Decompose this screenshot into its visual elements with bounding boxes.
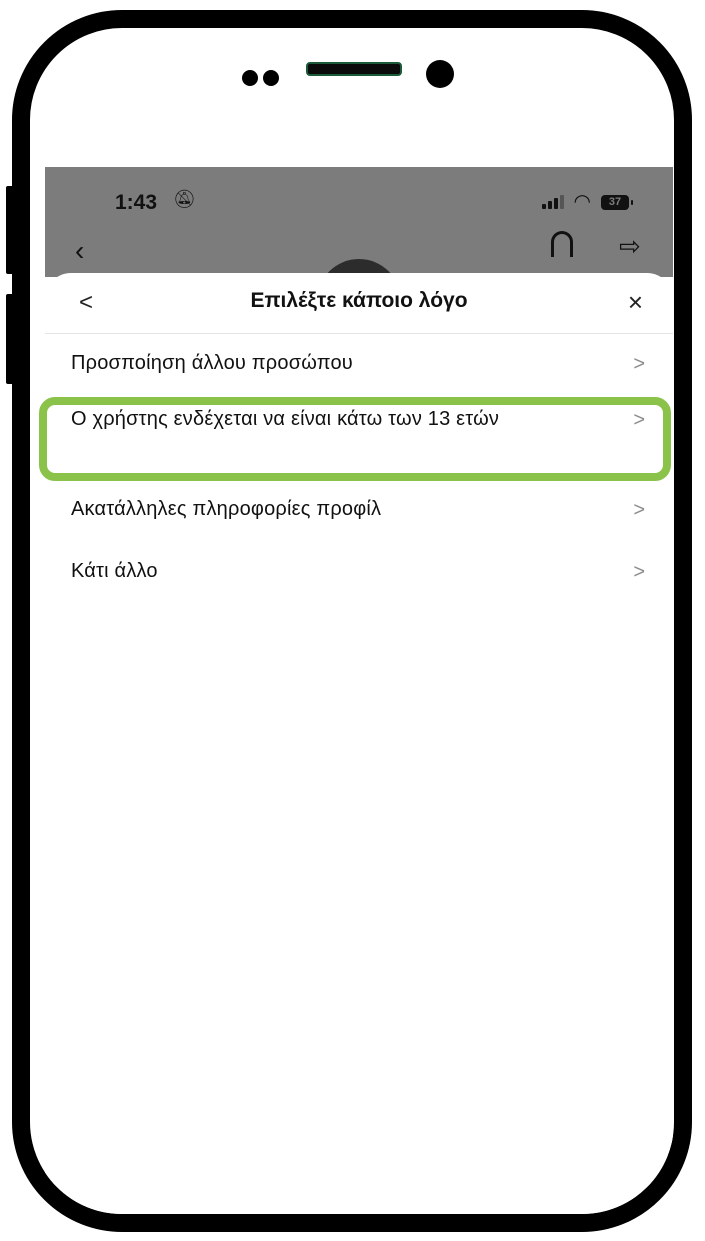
reason-item-something-else[interactable]: Κάτι άλλο > <box>45 560 673 584</box>
chevron-right-icon: > <box>633 353 645 375</box>
sheet-header: < Επιλέξτε κάποιο λόγο × <box>45 273 673 334</box>
chevron-right-icon: > <box>633 499 645 521</box>
status-time: 1:43 <box>115 191 158 214</box>
reason-label: Προσποίηση άλλου προσώπου <box>71 352 353 374</box>
sheet-title: Επιλέξτε κάποιο λόγο <box>250 289 468 312</box>
reason-label: Κάτι άλλο <box>71 560 158 582</box>
close-icon[interactable]: × <box>628 287 643 318</box>
status-icons: ◠ 37 <box>541 191 633 213</box>
chevron-right-icon: > <box>633 561 645 583</box>
phone-frame: 1:43 🔕︎ ◠ 37 ‹ ⇨ < Επιλέξτε κάποιο λόγο … <box>12 10 692 1232</box>
speaker-grille <box>306 62 402 76</box>
sensor-dot <box>242 70 258 86</box>
reason-item-inappropriate-profile[interactable]: Ακατάλληλες πληροφορίες προφίλ > <box>45 498 673 522</box>
signal-icon <box>541 195 564 209</box>
battery-icon: 37 <box>601 194 633 210</box>
wifi-icon: ◠ <box>573 191 591 213</box>
reason-item-impersonation[interactable]: Προσποίηση άλλου προσώπου > <box>45 352 673 376</box>
background-share-icon: ⇨ <box>619 231 641 261</box>
camera-dot <box>426 60 454 88</box>
reason-label: Ακατάλληλες πληροφορίες προφίλ <box>71 498 382 520</box>
bell-slash-icon: 🔕︎ <box>173 189 196 209</box>
screen: 1:43 🔕︎ ◠ 37 ‹ ⇨ < Επιλέξτε κάποιο λόγο … <box>45 167 673 1214</box>
sensor-dot <box>263 70 279 86</box>
background-back-icon: ‹ <box>75 235 85 266</box>
sensor-bar <box>30 54 674 88</box>
highlight-box <box>39 397 671 481</box>
status-bar: 1:43 🔕︎ ◠ 37 ‹ ⇨ <box>45 167 673 343</box>
background-bell-icon <box>551 231 573 257</box>
